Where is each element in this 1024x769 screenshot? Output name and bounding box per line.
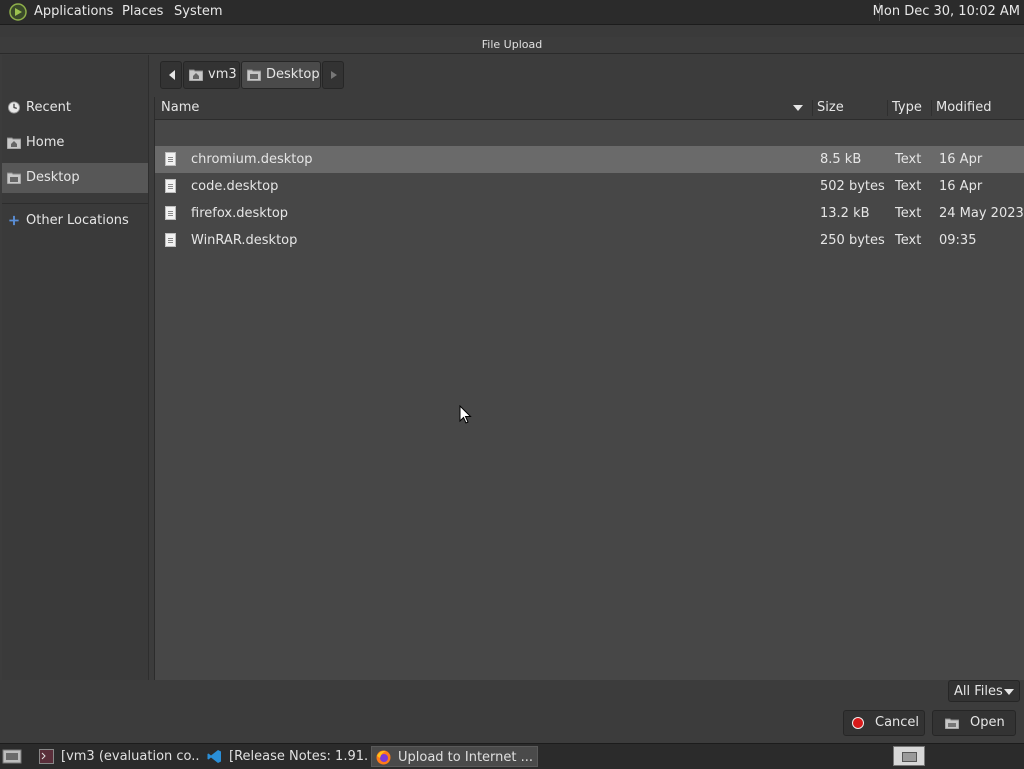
text-file-icon: [165, 152, 176, 166]
task-label: [Release Notes: 1.91...: [229, 749, 368, 764]
clock[interactable]: Mon Dec 30, 10:02 AM: [873, 4, 1020, 19]
text-file-icon: [165, 233, 176, 247]
path-segment-vm3[interactable]: vm3: [183, 61, 240, 89]
sidebar-item-home[interactable]: Home: [2, 128, 148, 158]
file-filter-dropdown[interactable]: All Files: [948, 680, 1020, 702]
file-name: code.desktop: [191, 179, 279, 194]
places-sidebar: Recent Home Desktop Other Locations: [2, 55, 149, 680]
file-type: Text: [895, 206, 922, 221]
firefox-icon: [376, 750, 391, 765]
home-folder-icon: [189, 69, 203, 81]
path-segment-label: vm3: [208, 67, 237, 82]
taskbar-task-firefox[interactable]: Upload to Internet ...: [371, 746, 538, 767]
text-file-icon: [165, 179, 176, 193]
file-list: Name Size Type Modified chromium.desktop…: [154, 97, 1024, 680]
terminal-icon: [39, 749, 54, 764]
system-menu[interactable]: System: [174, 4, 222, 19]
path-segment-desktop[interactable]: Desktop: [241, 61, 321, 89]
top-panel: Applications Places System Mon Dec 30, 1…: [0, 0, 1024, 25]
sidebar-item-label: Recent: [26, 100, 71, 115]
sidebar-item-recent[interactable]: Recent: [2, 93, 148, 123]
title-divider: [0, 53, 1024, 54]
sidebar-item-label: Home: [26, 135, 65, 150]
vscode-icon: [207, 750, 221, 763]
task-label: [vm3 (evaluation co...: [61, 749, 200, 764]
text-file-icon: [165, 206, 176, 220]
file-modified: 16 Apr: [939, 152, 983, 167]
taskbar-task-vscode[interactable]: [Release Notes: 1.91...: [203, 746, 368, 767]
file-type: Text: [895, 152, 922, 167]
table-row[interactable]: chromium.desktop 8.5 kB Text 16 Apr: [155, 146, 1024, 173]
sidebar-item-label: Desktop: [26, 170, 80, 185]
open-label: Open: [970, 715, 1005, 730]
file-filter-label: All Files: [954, 684, 1003, 699]
file-size: 8.5 kB: [820, 152, 862, 167]
dialog-title: File Upload: [481, 38, 543, 51]
dialog-titlebar[interactable]: [0, 25, 1024, 37]
sort-descending-icon[interactable]: [793, 105, 803, 111]
chevron-down-icon: [1004, 689, 1014, 695]
file-size: 502 bytes: [820, 179, 885, 194]
column-divider: [931, 100, 932, 116]
desktop-folder-icon: [7, 172, 21, 184]
taskbar-task-terminal[interactable]: [vm3 (evaluation co...: [35, 746, 200, 767]
column-header-size[interactable]: Size: [817, 97, 844, 119]
desktop-folder-icon: [247, 69, 261, 81]
file-type: Text: [895, 233, 922, 248]
file-upload-dialog: File Upload Recent Home Desktop Other Lo…: [0, 25, 1024, 743]
file-modified: 24 May 2023: [939, 206, 1024, 221]
column-header-type[interactable]: Type: [892, 97, 922, 119]
file-name: chromium.desktop: [191, 152, 313, 167]
table-row[interactable]: code.desktop 502 bytes Text 16 Apr: [155, 173, 1024, 200]
file-modified: 09:35: [939, 233, 977, 248]
chevron-left-icon: [169, 70, 175, 80]
cancel-label: Cancel: [875, 715, 920, 730]
places-menu[interactable]: Places: [122, 4, 163, 19]
file-modified: 16 Apr: [939, 179, 983, 194]
file-type: Text: [895, 179, 922, 194]
show-desktop-icon[interactable]: [2, 747, 22, 765]
path-forward-button[interactable]: [322, 61, 344, 89]
taskbar: [vm3 (evaluation co... [Release Notes: 1…: [0, 743, 1024, 769]
path-segment-label: Desktop: [266, 67, 320, 82]
column-divider: [812, 100, 813, 116]
column-header-name[interactable]: Name: [161, 97, 199, 119]
applications-menu[interactable]: Applications: [34, 4, 113, 19]
open-folder-icon: [945, 718, 959, 729]
file-name: WinRAR.desktop: [191, 233, 298, 248]
cancel-button[interactable]: Cancel: [843, 710, 925, 736]
path-back-button[interactable]: [160, 61, 182, 89]
open-button[interactable]: Open: [932, 710, 1016, 736]
home-folder-icon: [7, 137, 21, 149]
recent-icon: [7, 101, 21, 114]
column-header-modified[interactable]: Modified: [936, 97, 991, 119]
sidebar-item-desktop[interactable]: Desktop: [2, 163, 148, 193]
sidebar-item-label: Other Locations: [26, 213, 129, 228]
file-name: firefox.desktop: [191, 206, 289, 221]
file-size: 13.2 kB: [820, 206, 870, 221]
list-header: Name Size Type Modified: [155, 97, 1024, 120]
column-divider: [887, 100, 888, 116]
task-label: Upload to Internet ...: [398, 750, 534, 765]
cancel-icon: [852, 717, 864, 729]
mate-logo-icon[interactable]: [9, 3, 27, 21]
sidebar-item-other-locations[interactable]: Other Locations: [2, 206, 148, 236]
table-row[interactable]: firefox.desktop 13.2 kB Text 24 May 2023: [155, 200, 1024, 227]
table-row[interactable]: WinRAR.desktop 250 bytes Text 09:35: [155, 227, 1024, 254]
workspace-switcher[interactable]: [893, 746, 925, 766]
chevron-right-icon: [331, 71, 337, 79]
plus-icon: [9, 215, 19, 226]
mouse-cursor-icon: [459, 405, 472, 424]
file-size: 250 bytes: [820, 233, 885, 248]
sidebar-divider: [2, 203, 148, 204]
